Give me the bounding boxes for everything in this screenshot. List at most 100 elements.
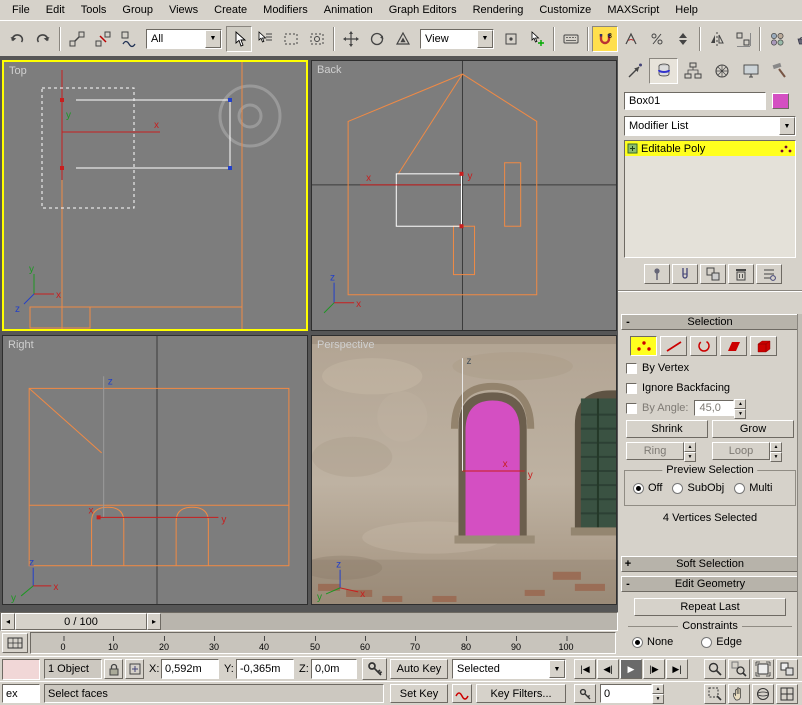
percent-snap-button[interactable] xyxy=(644,26,670,52)
by-angle-field[interactable]: 45,0 xyxy=(694,400,735,416)
menu-edit[interactable]: Edit xyxy=(38,2,73,18)
y-coord-field[interactable]: -0,365m xyxy=(236,659,294,679)
configure-modifier-sets-button[interactable] xyxy=(756,264,782,284)
by-angle-spinner[interactable]: ▲ ▼ xyxy=(734,399,747,419)
preview-off-radio[interactable] xyxy=(633,482,644,494)
modifier-stack-list[interactable]: Editable Poly xyxy=(624,140,796,258)
pan-view-button[interactable] xyxy=(728,684,750,704)
redo-button[interactable] xyxy=(30,26,56,52)
preview-subobj-radio-row[interactable]: SubObj xyxy=(672,482,724,494)
menu-views[interactable]: Views xyxy=(161,2,206,18)
snaps-toggle-button[interactable]: 3 xyxy=(592,25,618,52)
select-object-button[interactable] xyxy=(226,25,252,52)
select-and-rotate-button[interactable] xyxy=(364,26,390,52)
viewport-right[interactable]: Right z x y z x y xyxy=(2,335,308,605)
menu-help[interactable]: Help xyxy=(667,2,706,18)
menu-modifiers[interactable]: Modifiers xyxy=(255,2,316,18)
spinner-snap-button[interactable] xyxy=(670,26,696,52)
key-mode-toggle[interactable] xyxy=(574,684,596,703)
go-to-start-button[interactable]: |◀ xyxy=(574,659,596,679)
remove-modifier-button[interactable] xyxy=(728,264,754,284)
undo-button[interactable] xyxy=(4,26,30,52)
constraint-none-radio[interactable] xyxy=(632,636,643,648)
maximize-viewport-toggle[interactable] xyxy=(776,684,798,704)
tab-hierarchy[interactable] xyxy=(678,58,707,84)
chevron-down-icon[interactable]: ▼ xyxy=(549,660,565,678)
absolute-offset-toggle[interactable] xyxy=(125,659,144,679)
open-mini-curve-editor-button[interactable] xyxy=(2,633,28,653)
zoom-region-button[interactable] xyxy=(704,684,726,704)
ignore-backfacing-checkbox[interactable] xyxy=(626,382,637,394)
go-to-end-button[interactable]: ▶| xyxy=(666,659,688,679)
viewport-back-label[interactable]: Back xyxy=(317,64,341,76)
z-coord-field[interactable]: 0,0m xyxy=(311,659,357,679)
by-angle-row[interactable]: By Angle: 45,0 ▲ ▼ xyxy=(626,399,794,419)
menu-group[interactable]: Group xyxy=(114,2,161,18)
by-vertex-checkbox[interactable] xyxy=(626,362,637,374)
viewport-top-label[interactable]: Top xyxy=(9,65,27,77)
keyboard-override-button[interactable] xyxy=(558,26,584,52)
reference-coord-combobox[interactable]: View ▼ xyxy=(420,28,494,49)
selection-lock-toggle[interactable] xyxy=(104,659,123,679)
arc-rotate-button[interactable] xyxy=(752,684,774,704)
menu-create[interactable]: Create xyxy=(206,2,255,18)
soft-selection-rollout-header[interactable]: + Soft Selection xyxy=(621,556,799,572)
loop-spinner[interactable]: ▲ ▼ xyxy=(770,442,782,462)
ring-spinner[interactable]: ▲ ▼ xyxy=(684,442,696,462)
object-color-swatch[interactable] xyxy=(772,93,789,109)
zoom-button[interactable] xyxy=(704,659,726,679)
set-key-filters-toggle[interactable] xyxy=(452,684,472,703)
align-button[interactable] xyxy=(730,26,756,52)
tab-display[interactable] xyxy=(736,58,765,84)
vertex-subobject-button[interactable] xyxy=(630,336,657,356)
menu-rendering[interactable]: Rendering xyxy=(465,2,532,18)
slider-left-arrow[interactable]: ◂ xyxy=(1,613,15,630)
zoom-all-button[interactable] xyxy=(728,659,750,679)
set-key-button[interactable]: Set Key xyxy=(390,684,448,703)
maxscript-mini-listener-macro[interactable] xyxy=(2,659,40,680)
window-crossing-button[interactable] xyxy=(304,26,330,52)
current-frame-field[interactable]: 0 xyxy=(600,684,652,703)
selection-filter-combobox[interactable]: All ▼ xyxy=(146,28,222,49)
shrink-button[interactable]: Shrink xyxy=(626,420,708,438)
by-vertex-checkbox-row[interactable]: By Vertex xyxy=(626,360,689,376)
viewport-back[interactable]: Back x y z x xyxy=(311,60,617,331)
viewport-top[interactable]: Top x y y x z xyxy=(2,60,308,331)
select-and-move-button[interactable] xyxy=(338,26,364,52)
menu-file[interactable]: File xyxy=(4,2,38,18)
edge-subobject-button[interactable] xyxy=(660,336,687,356)
select-and-scale-button[interactable] xyxy=(390,26,416,52)
preview-multi-radio-row[interactable]: Multi xyxy=(734,482,772,494)
time-slider-handle[interactable]: 0 / 100 xyxy=(15,613,147,630)
by-angle-checkbox[interactable] xyxy=(626,402,637,414)
chevron-down-icon[interactable]: ▼ xyxy=(205,29,221,48)
viewport-perspective[interactable]: Perspective x y z z x y xyxy=(311,335,617,605)
preview-off-radio-row[interactable]: Off xyxy=(633,482,662,494)
edit-geometry-rollout-header[interactable]: - Edit Geometry xyxy=(621,576,799,592)
constraint-edge-radio-row[interactable]: Edge xyxy=(701,636,742,648)
rectangular-selection-region-button[interactable] xyxy=(278,26,304,52)
ignore-backfacing-checkbox-row[interactable]: Ignore Backfacing xyxy=(626,380,730,396)
next-frame-button[interactable]: |▶ xyxy=(643,659,665,679)
tab-create[interactable] xyxy=(620,58,649,84)
key-filters-button[interactable]: Key Filters... xyxy=(476,684,566,703)
element-subobject-button[interactable] xyxy=(750,336,777,356)
menu-maxscript[interactable]: MAXScript xyxy=(599,2,667,18)
preview-multi-radio[interactable] xyxy=(734,482,746,494)
collapse-icon[interactable]: - xyxy=(622,578,634,590)
border-subobject-button[interactable] xyxy=(690,336,717,356)
angle-snap-button[interactable] xyxy=(618,26,644,52)
create-key-button[interactable] xyxy=(362,658,387,680)
selected-polygon[interactable] xyxy=(465,400,520,536)
constraint-edge-radio[interactable] xyxy=(701,636,713,648)
polygon-subobject-button[interactable] xyxy=(720,336,747,356)
play-button[interactable]: ▶ xyxy=(620,659,642,679)
time-slider[interactable]: ◂ 0 / 100 ▸ xyxy=(0,612,618,631)
selection-set-combobox[interactable]: Selected ▼ xyxy=(452,659,566,679)
menu-tools[interactable]: Tools xyxy=(73,2,115,18)
menu-animation[interactable]: Animation xyxy=(316,2,381,18)
object-name-field[interactable]: Box01 xyxy=(624,92,766,110)
show-end-result-button[interactable] xyxy=(672,264,698,284)
constraint-none-radio-row[interactable]: None xyxy=(632,636,673,648)
chevron-down-icon[interactable]: ▼ xyxy=(779,117,795,135)
